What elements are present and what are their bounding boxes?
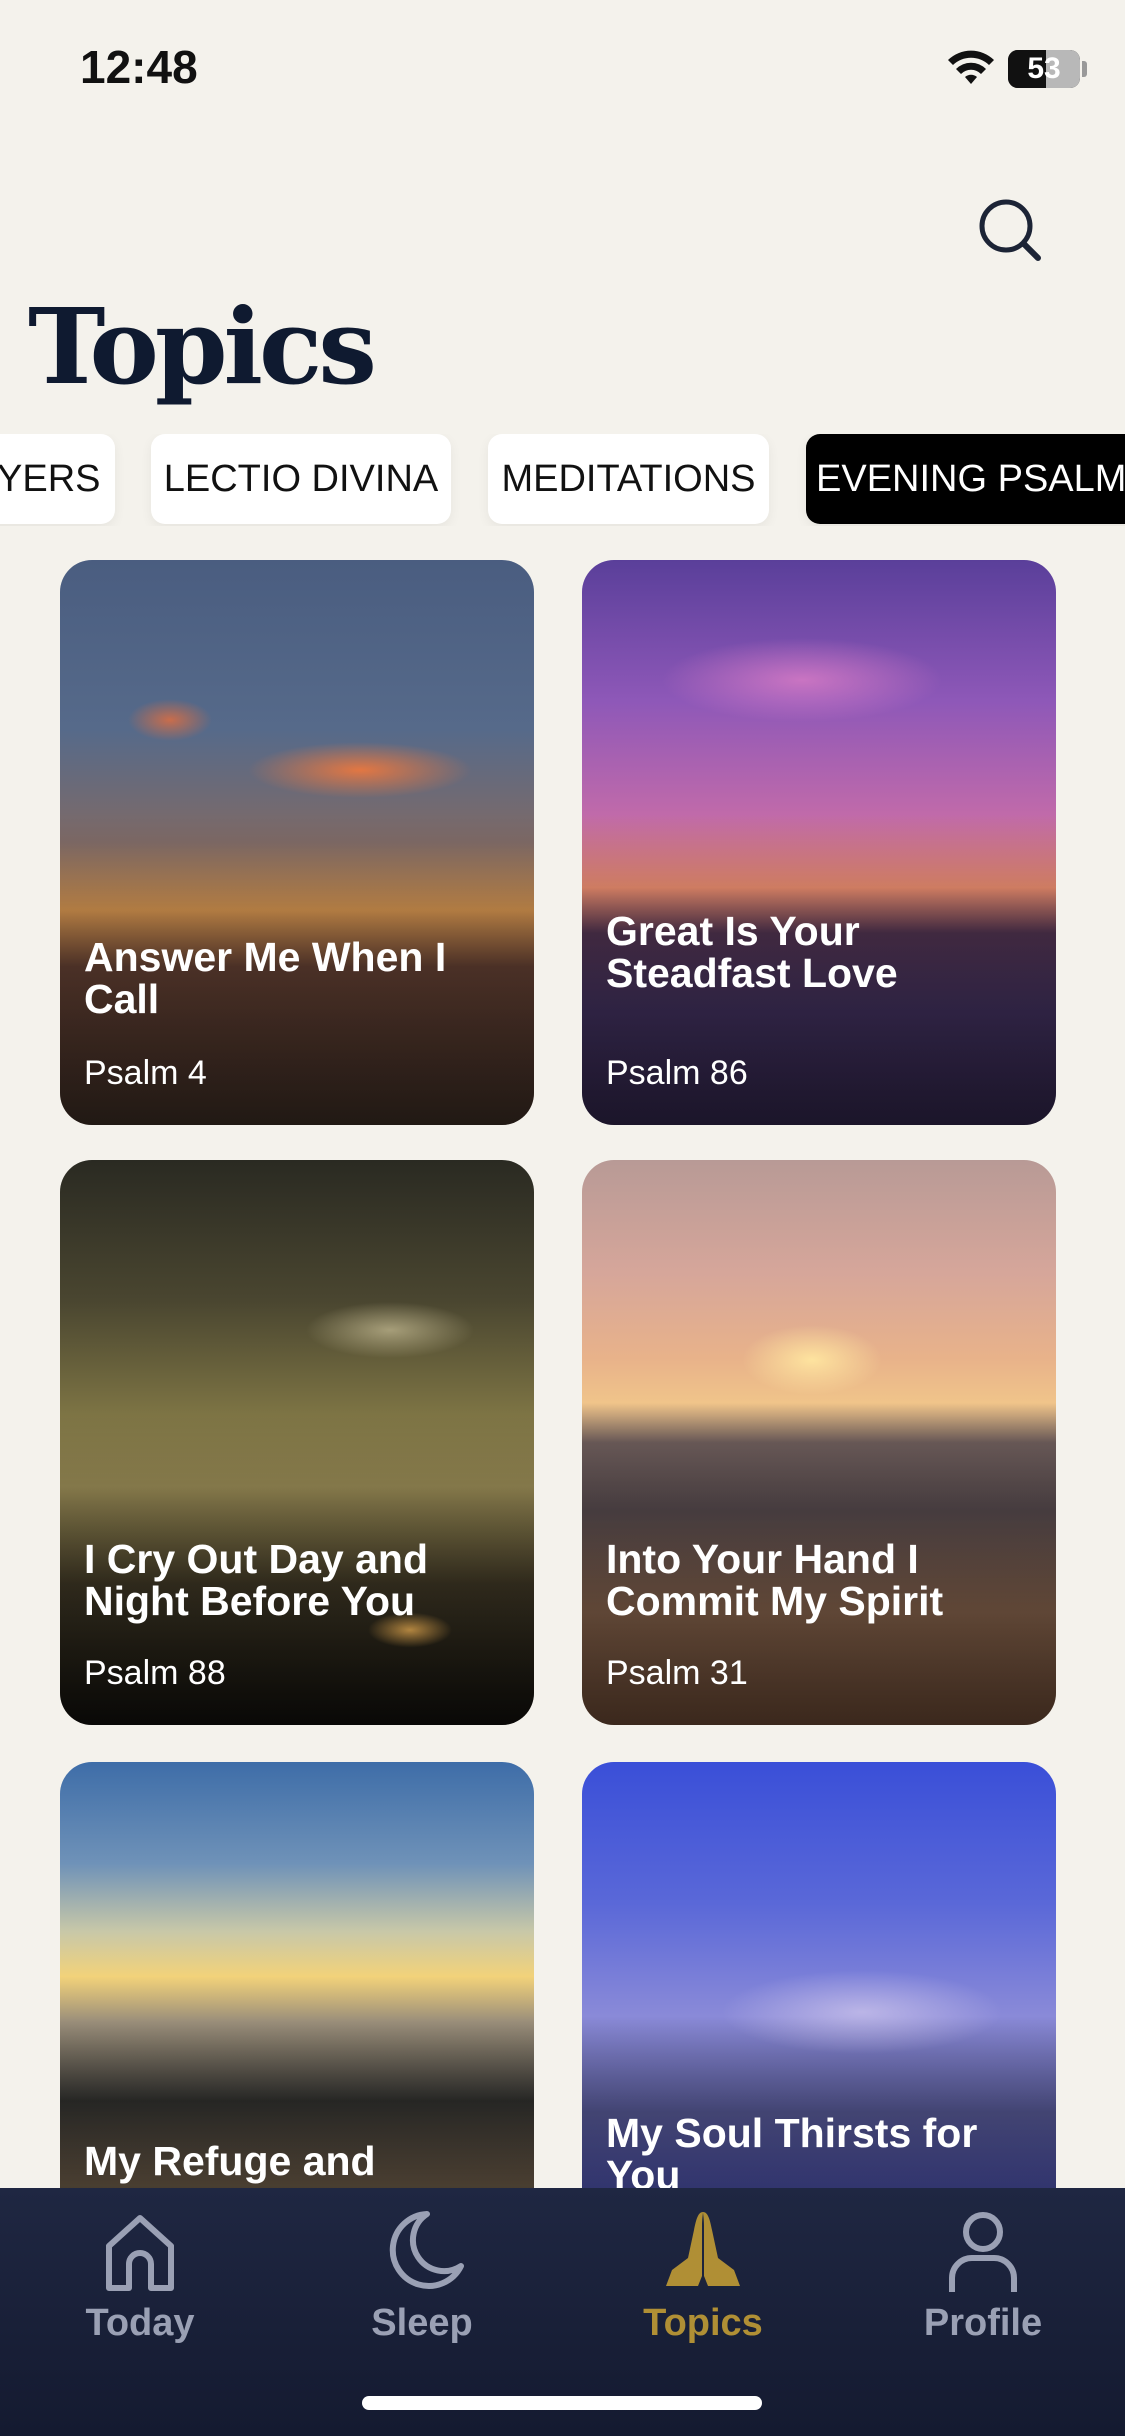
chip-prayers[interactable]: AYERS	[0, 434, 115, 524]
tab-label: Today	[85, 2302, 195, 2344]
chip-evening-psalms[interactable]: EVENING PSALMS	[806, 434, 1125, 524]
card-title: Great Is Your Steadfast Love	[606, 908, 898, 996]
topic-card[interactable]: I Cry Out Day and Night Before You Psalm…	[60, 1160, 534, 1725]
topic-card[interactable]: Great Is Your Steadfast Love Psalm 86	[582, 560, 1056, 1125]
home-icon	[106, 2215, 174, 2291]
tab-sleep[interactable]: Sleep	[312, 2206, 532, 2366]
praying-hands-icon	[666, 2212, 740, 2286]
wifi-icon	[948, 50, 994, 84]
topic-card[interactable]: Answer Me When I Call Psalm 4	[60, 560, 534, 1125]
tab-label: Topics	[643, 2302, 763, 2344]
search-button[interactable]	[970, 190, 1050, 270]
card-title: Into Your Hand I Commit My Spirit	[606, 1536, 944, 1624]
tab-label: Sleep	[371, 2302, 473, 2344]
chip-label: LECTIO DIVINA	[163, 457, 439, 500]
psalm-grid: Answer Me When I Call Psalm 4 Great Is Y…	[0, 560, 1125, 2190]
moon-icon	[389, 2211, 464, 2289]
tab-label: Profile	[923, 2302, 1043, 2344]
chip-label: EVENING PSALMS	[816, 457, 1125, 500]
person-icon	[949, 2212, 1017, 2292]
tab-today[interactable]: Today	[30, 2206, 250, 2366]
card-subtitle: Psalm 31	[606, 1654, 748, 1692]
card-subtitle: Psalm 86	[606, 1054, 748, 1092]
category-chips: AYERS LECTIO DIVINA MEDITATIONS EVENING …	[0, 434, 1125, 526]
topic-card[interactable]: My Refuge and	[60, 1762, 534, 2190]
search-icon	[979, 199, 1041, 261]
home-indicator[interactable]	[362, 2396, 762, 2410]
topic-card[interactable]: My Soul Thirsts for You	[582, 1762, 1056, 2190]
battery-nub	[1082, 61, 1087, 77]
page-title: Topics	[28, 285, 377, 408]
chip-lectio-divina[interactable]: LECTIO DIVINA	[151, 434, 451, 524]
status-time: 12:48	[80, 41, 198, 93]
card-title: Answer Me When I Call	[84, 934, 447, 1022]
card-subtitle: Psalm 88	[84, 1654, 226, 1692]
tab-topics[interactable]: Topics	[593, 2206, 813, 2366]
chip-label: MEDITATIONS	[501, 457, 756, 500]
status-bar: 12:48 53	[0, 0, 1125, 140]
chip-meditations[interactable]: MEDITATIONS	[488, 434, 769, 524]
card-title: My Refuge and	[84, 2138, 376, 2184]
tab-profile[interactable]: Profile	[873, 2206, 1093, 2366]
topic-card[interactable]: Into Your Hand I Commit My Spirit Psalm …	[582, 1160, 1056, 1725]
card-title: My Soul Thirsts for You	[606, 2110, 978, 2190]
chip-label: AYERS	[0, 457, 101, 500]
card-title: I Cry Out Day and Night Before You	[84, 1536, 429, 1624]
battery-icon: 53	[1008, 50, 1080, 88]
battery-percent: 53	[1027, 52, 1061, 85]
card-subtitle: Psalm 4	[84, 1054, 207, 1092]
